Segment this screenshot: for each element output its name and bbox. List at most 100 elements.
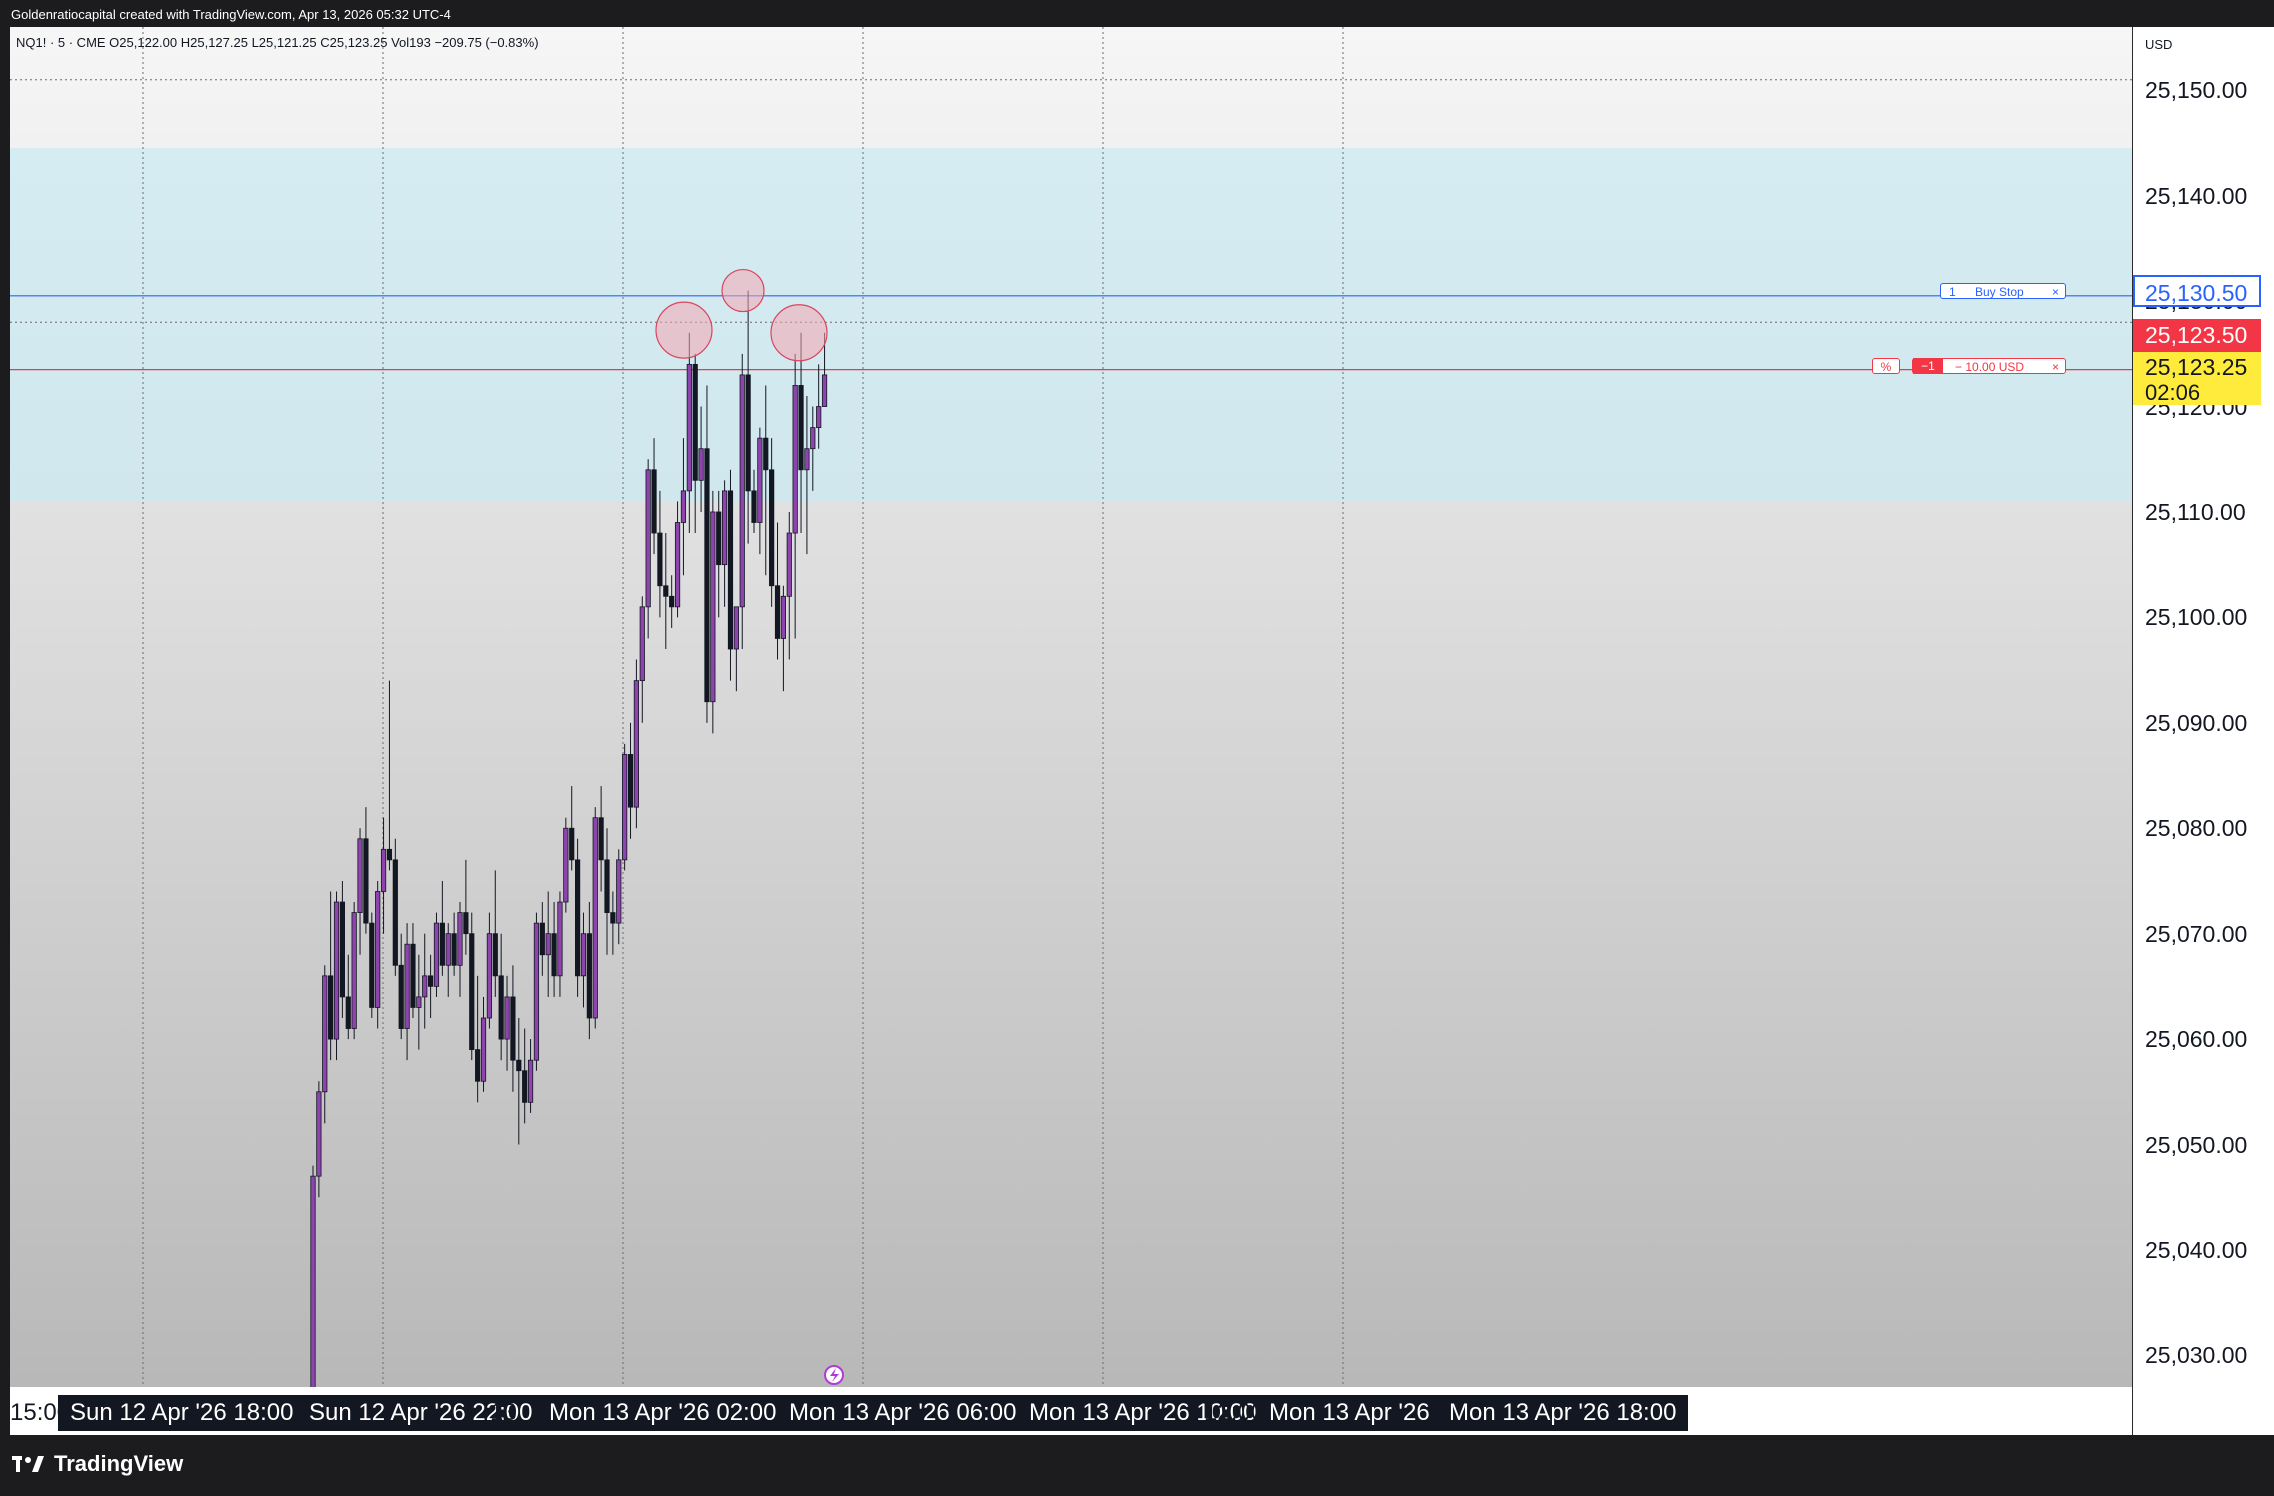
candle-bullish[interactable]: [639, 606, 645, 682]
candle-bearish[interactable]: [339, 901, 346, 998]
candle-bearish[interactable]: [469, 933, 475, 1051]
candle-bullish[interactable]: [645, 469, 651, 608]
candle-bullish[interactable]: [757, 437, 763, 523]
candle-bearish[interactable]: [657, 532, 663, 587]
plot-area[interactable]: NQ1! · 5 · CME O25,122.00 H25,127.25 L25…: [10, 27, 2132, 1387]
candle-bearish[interactable]: [716, 511, 722, 566]
candle-bearish[interactable]: [439, 922, 445, 966]
highlight-circle[interactable]: [770, 304, 828, 362]
candle-bearish[interactable]: [669, 595, 675, 608]
candle-bearish[interactable]: [392, 859, 398, 966]
candle-bearish[interactable]: [427, 975, 434, 987]
candle-bullish[interactable]: [480, 1017, 487, 1082]
chart-pane[interactable]: NQ1! · 5 · CME O25,122.00 H25,127.25 L25…: [10, 27, 2274, 1435]
candle-bullish[interactable]: [422, 975, 428, 998]
candle-bullish[interactable]: [533, 922, 540, 1061]
candle-bullish[interactable]: [504, 996, 510, 1040]
candle-bullish[interactable]: [527, 1059, 534, 1103]
candle-bullish[interactable]: [557, 901, 563, 977]
candle-bearish[interactable]: [727, 490, 734, 650]
candle-bullish[interactable]: [710, 511, 716, 703]
candlestick-chart[interactable]: [10, 27, 2132, 1387]
candle-bearish[interactable]: [363, 838, 369, 924]
candle-bearish[interactable]: [328, 975, 334, 1040]
candle-bullish[interactable]: [457, 912, 463, 966]
candle-bearish[interactable]: [522, 1070, 528, 1103]
candle-bullish[interactable]: [786, 532, 792, 597]
candle-bearish[interactable]: [610, 912, 616, 924]
candle-bullish[interactable]: [563, 827, 569, 903]
candle-bullish[interactable]: [333, 901, 340, 1040]
candle-bullish[interactable]: [404, 943, 410, 1029]
candle-bearish[interactable]: [345, 996, 351, 1029]
candle-bearish[interactable]: [398, 964, 404, 1029]
candle-bearish[interactable]: [516, 1059, 522, 1072]
candle-bearish[interactable]: [627, 754, 634, 808]
candle-bearish[interactable]: [498, 975, 504, 1040]
candle-bullish[interactable]: [686, 363, 692, 492]
highlight-circle[interactable]: [721, 268, 765, 313]
candle-bullish[interactable]: [310, 1175, 316, 1387]
candle-bearish[interactable]: [586, 933, 592, 1019]
candle-bearish[interactable]: [575, 859, 581, 977]
candle-bullish[interactable]: [592, 817, 598, 1019]
candle-bullish[interactable]: [698, 448, 704, 481]
candle-bullish[interactable]: [545, 933, 551, 956]
candle-bearish[interactable]: [510, 996, 516, 1061]
candle-bearish[interactable]: [651, 469, 657, 534]
candle-bearish[interactable]: [386, 848, 393, 861]
candle-bullish[interactable]: [351, 912, 357, 1029]
candle-bullish[interactable]: [580, 933, 587, 977]
candle-bearish[interactable]: [451, 933, 457, 966]
position-order-tag[interactable]: −1 − 10.00 USD ×: [1912, 358, 2066, 374]
candle-bearish[interactable]: [769, 469, 775, 587]
candle-bullish[interactable]: [739, 374, 745, 608]
candle-bullish[interactable]: [375, 891, 381, 1008]
candle-bullish[interactable]: [674, 522, 681, 608]
candle-bullish[interactable]: [357, 838, 363, 913]
candle-bullish[interactable]: [433, 922, 440, 987]
candle-bullish[interactable]: [316, 1091, 322, 1177]
candle-bearish[interactable]: [410, 943, 416, 1008]
candle-bearish[interactable]: [774, 585, 781, 639]
candle-bullish[interactable]: [322, 975, 328, 1093]
buy-stop-order-tag[interactable]: 1 Buy Stop ×: [1940, 283, 2066, 299]
symbol-legend[interactable]: NQ1! · 5 · CME O25,122.00 H25,127.25 L25…: [16, 35, 539, 50]
candle-bearish[interactable]: [751, 490, 757, 523]
candle-bearish[interactable]: [704, 448, 710, 703]
candle-bullish[interactable]: [810, 427, 816, 450]
candle-bullish[interactable]: [780, 595, 787, 639]
candle-bearish[interactable]: [692, 363, 698, 481]
highlight-circle[interactable]: [655, 301, 713, 359]
candle-bullish[interactable]: [804, 448, 810, 471]
candle-bullish[interactable]: [416, 996, 422, 1008]
candle-bullish[interactable]: [486, 933, 493, 1019]
candle-bullish[interactable]: [722, 490, 728, 566]
candle-bullish[interactable]: [633, 680, 640, 808]
candle-bearish[interactable]: [598, 817, 604, 861]
candle-bearish[interactable]: [569, 827, 575, 861]
candle-bearish[interactable]: [475, 1049, 481, 1082]
candle-bullish[interactable]: [445, 933, 451, 966]
candle-bearish[interactable]: [492, 933, 498, 977]
candle-bullish[interactable]: [622, 754, 628, 861]
candle-bullish[interactable]: [821, 374, 828, 407]
buy-stop-close-icon[interactable]: ×: [2052, 284, 2059, 300]
candle-bearish[interactable]: [798, 385, 804, 471]
time-axis[interactable]: 15:00 Sun 12 Apr '26 18:00 Sun 12 Apr '26 …: [10, 1387, 2132, 1435]
candle-bearish[interactable]: [745, 374, 751, 492]
candle-bearish[interactable]: [539, 922, 545, 956]
price-scale[interactable]: USD 25,150.0025,140.0025,130.0025,120.00…: [2132, 27, 2274, 1387]
candle-bearish[interactable]: [663, 585, 669, 597]
candle-bearish[interactable]: [551, 933, 557, 977]
position-close-icon[interactable]: ×: [2052, 359, 2059, 375]
candle-bullish[interactable]: [733, 606, 739, 650]
supply-zone[interactable]: [10, 148, 2132, 502]
candle-bullish[interactable]: [816, 406, 822, 429]
candle-bearish[interactable]: [463, 912, 469, 935]
candle-bearish[interactable]: [763, 437, 769, 471]
candle-bearish[interactable]: [604, 859, 610, 913]
candle-bullish[interactable]: [680, 490, 687, 523]
position-percent-tag[interactable]: %: [1872, 358, 1900, 374]
candle-bearish[interactable]: [369, 922, 375, 1008]
